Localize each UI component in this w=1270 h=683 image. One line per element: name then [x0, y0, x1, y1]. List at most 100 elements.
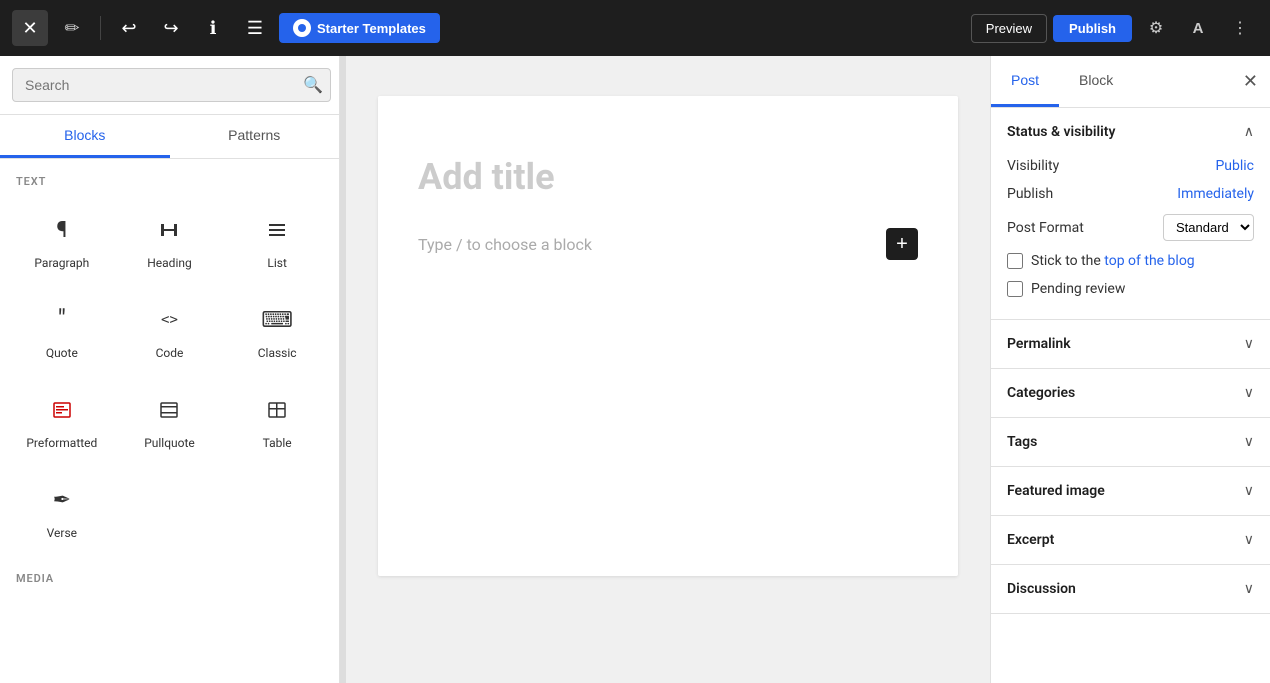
code-icon: <> — [151, 302, 187, 338]
verse-label: Verse — [47, 526, 77, 540]
content-row: Type / to choose a block + — [418, 228, 918, 260]
block-item-classic[interactable]: ⌨ Classic — [223, 286, 331, 376]
post-title-input[interactable]: Add title — [418, 156, 918, 198]
right-sidebar-close-button[interactable]: ✕ — [1231, 63, 1270, 100]
block-item-list[interactable]: List — [223, 196, 331, 286]
post-format-select[interactable]: Standard Aside Chat Gallery Link Image Q… — [1163, 214, 1254, 241]
right-sidebar: Post Block ✕ Status & visibility ∧ Visib… — [990, 56, 1270, 683]
chevron-down-icon: ∨ — [1244, 532, 1254, 548]
block-item-heading[interactable]: Heading — [116, 196, 224, 286]
sticky-checkbox[interactable] — [1007, 253, 1023, 269]
discussion-section[interactable]: Discussion ∨ — [991, 565, 1270, 614]
featured-image-label: Featured image — [1007, 483, 1105, 499]
pending-checkbox[interactable] — [1007, 281, 1023, 297]
permalink-label: Permalink — [1007, 336, 1071, 352]
left-sidebar: 🔍 Blocks Patterns TEXT ¶ Paragraph — [0, 56, 340, 683]
classic-icon: ⌨ — [259, 302, 295, 338]
block-item-preformatted[interactable]: Preformatted — [8, 376, 116, 466]
chevron-down-icon: ∨ — [1244, 385, 1254, 401]
close-icon: ✕ — [22, 18, 37, 39]
tab-blocks[interactable]: Blocks — [0, 115, 170, 158]
publish-row: Publish Immediately — [1007, 180, 1254, 208]
verse-icon: ✒ — [44, 482, 80, 518]
chevron-down-icon: ∨ — [1244, 483, 1254, 499]
redo-icon: ↪ — [163, 18, 178, 39]
info-icon: ℹ — [210, 18, 217, 39]
gear-icon: ⚙ — [1149, 18, 1163, 38]
post-format-row: Post Format Standard Aside Chat Gallery … — [1007, 208, 1254, 247]
publish-button[interactable]: Publish — [1053, 15, 1132, 42]
tags-section[interactable]: Tags ∨ — [991, 418, 1270, 467]
block-item-quote[interactable]: " Quote — [8, 286, 116, 376]
tab-patterns[interactable]: Patterns — [170, 115, 340, 158]
search-button[interactable]: 🔍 — [299, 71, 327, 99]
post-content-input[interactable]: Type / to choose a block — [418, 235, 886, 254]
permalink-section[interactable]: Permalink ∨ — [991, 320, 1270, 369]
undo-button[interactable]: ↩ — [111, 10, 147, 46]
blocks-grid: ¶ Paragraph Heading — [0, 196, 339, 556]
status-visibility-header[interactable]: Status & visibility ∧ — [1007, 124, 1254, 140]
categories-label: Categories — [1007, 385, 1075, 401]
pending-label: Pending review — [1031, 281, 1125, 297]
heading-icon — [151, 212, 187, 248]
publish-value[interactable]: Immediately — [1177, 186, 1254, 202]
preformatted-icon — [44, 392, 80, 428]
status-visibility-title: Status & visibility — [1007, 124, 1115, 140]
settings-button[interactable]: ⚙ — [1138, 10, 1174, 46]
excerpt-label: Excerpt — [1007, 532, 1054, 548]
paragraph-icon: ¶ — [44, 212, 80, 248]
block-item-verse[interactable]: ✒ Verse — [8, 466, 116, 556]
close-icon: ✕ — [1243, 71, 1258, 91]
info-button[interactable]: ℹ — [195, 10, 231, 46]
preview-label: Preview — [986, 21, 1032, 36]
tab-post[interactable]: Post — [991, 56, 1059, 107]
visibility-value[interactable]: Public — [1215, 158, 1254, 174]
close-editor-button[interactable]: ✕ — [12, 10, 48, 46]
add-block-button[interactable]: + — [886, 228, 918, 260]
visibility-label: Visibility — [1007, 158, 1059, 174]
block-item-table[interactable]: Table — [223, 376, 331, 466]
chevron-down-icon: ∨ — [1244, 581, 1254, 597]
preformatted-label: Preformatted — [26, 436, 97, 450]
featured-image-section[interactable]: Featured image ∨ — [991, 467, 1270, 516]
edit-button[interactable]: ✏ — [54, 10, 90, 46]
plus-icon: + — [896, 233, 908, 256]
search-area: 🔍 — [0, 56, 339, 115]
sidebar-tabs: Blocks Patterns — [0, 115, 339, 159]
starter-templates-button[interactable]: Starter Templates — [279, 13, 440, 43]
media-section-label: MEDIA — [0, 556, 339, 593]
list-view-button[interactable]: ☰ — [237, 10, 273, 46]
astra-icon: A — [1193, 20, 1204, 37]
block-item-paragraph[interactable]: ¶ Paragraph — [8, 196, 116, 286]
chevron-down-icon: ∨ — [1244, 434, 1254, 450]
pullquote-label: Pullquote — [144, 436, 195, 450]
status-visibility-section: Status & visibility ∧ Visibility Public … — [991, 108, 1270, 320]
toolbar-separator — [100, 16, 101, 40]
quote-label: Quote — [46, 346, 78, 360]
sticky-label: Stick to the top of the blog — [1031, 253, 1195, 269]
search-icon: 🔍 — [303, 77, 323, 94]
more-options-button[interactable]: ⋮ — [1222, 10, 1258, 46]
main-layout: 🔍 Blocks Patterns TEXT ¶ Paragraph — [0, 56, 1270, 683]
classic-label: Classic — [258, 346, 297, 360]
excerpt-section[interactable]: Excerpt ∨ — [991, 516, 1270, 565]
code-label: Code — [156, 346, 184, 360]
pending-checkbox-row: Pending review — [1007, 275, 1254, 303]
astra-button[interactable]: A — [1180, 10, 1216, 46]
tab-block[interactable]: Block — [1059, 56, 1133, 107]
visibility-row: Visibility Public — [1007, 152, 1254, 180]
starter-templates-icon — [293, 19, 311, 37]
redo-button[interactable]: ↪ — [153, 10, 189, 46]
block-item-pullquote[interactable]: Pullquote — [116, 376, 224, 466]
list-label: List — [267, 256, 287, 270]
table-icon — [259, 392, 295, 428]
preview-button[interactable]: Preview — [971, 14, 1047, 43]
search-input[interactable] — [12, 68, 331, 102]
edit-icon: ✏ — [64, 18, 79, 39]
publish-label: Publish — [1007, 186, 1053, 202]
post-format-label: Post Format — [1007, 220, 1084, 236]
categories-section[interactable]: Categories ∨ — [991, 369, 1270, 418]
editor-area: Add title Type / to choose a block + — [346, 56, 990, 683]
list-icon: ☰ — [247, 18, 263, 39]
block-item-code[interactable]: <> Code — [116, 286, 224, 376]
